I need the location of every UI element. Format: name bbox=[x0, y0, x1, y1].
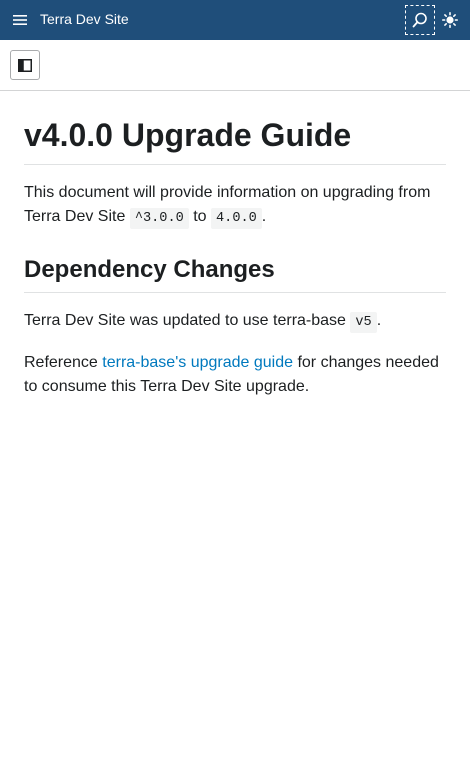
secondary-toolbar bbox=[0, 40, 470, 91]
search-button[interactable] bbox=[405, 5, 435, 35]
terra-base-version-code: v5 bbox=[350, 312, 377, 333]
intro-text-end: . bbox=[261, 208, 267, 225]
theme-toggle-button[interactable] bbox=[440, 10, 460, 30]
to-version-code: 4.0.0 bbox=[211, 208, 262, 229]
dependency-text-end: . bbox=[376, 312, 382, 329]
app-title[interactable]: Terra Dev Site bbox=[40, 11, 129, 28]
dependency-paragraph: Terra Dev Site was updated to use terra-… bbox=[24, 309, 446, 335]
section-heading: Dependency Changes bbox=[24, 255, 446, 293]
menu-button[interactable] bbox=[10, 10, 30, 30]
sun-icon bbox=[442, 12, 458, 28]
intro-text-middle: to bbox=[188, 208, 211, 225]
app-header: Terra Dev Site bbox=[0, 0, 470, 40]
panel-toggle-button[interactable] bbox=[10, 50, 40, 80]
dependency-text: Terra Dev Site was updated to use terra-… bbox=[24, 312, 351, 329]
upgrade-guide-link[interactable]: terra-base's upgrade guide bbox=[102, 354, 293, 371]
reference-text: Reference bbox=[24, 354, 103, 371]
sidebar-panel-toggle-icon bbox=[18, 58, 32, 72]
page-title: v4.0.0 Upgrade Guide bbox=[24, 91, 446, 165]
intro-paragraph: This document will provide information o… bbox=[24, 181, 446, 231]
reference-paragraph: Reference terra-base's upgrade guide for… bbox=[24, 351, 446, 399]
from-version-code: ^3.0.0 bbox=[129, 208, 189, 229]
hamburger-menu-icon bbox=[13, 15, 27, 25]
main-content: v4.0.0 Upgrade Guide This document will … bbox=[24, 91, 446, 399]
search-icon bbox=[412, 12, 427, 28]
